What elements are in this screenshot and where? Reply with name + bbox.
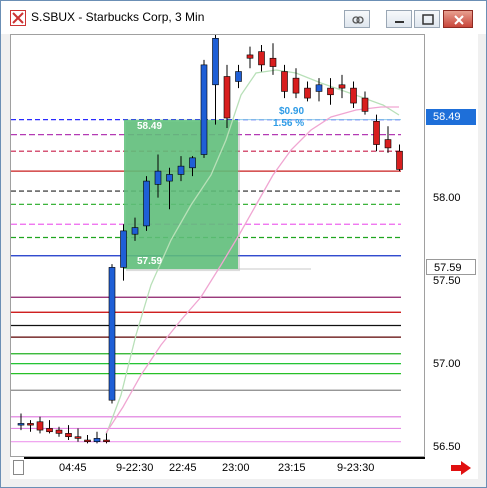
measure-top-price: 58.49 (137, 120, 163, 132)
maximize-button[interactable] (414, 10, 440, 28)
minimize-icon (395, 21, 404, 23)
candle-body (120, 230, 127, 268)
measure-change-percent: 1.56 % (273, 117, 305, 129)
chart-window: S.SBUX - Starbucks Corp, 3 Min 58.49 57.… (0, 0, 487, 488)
candle-body (74, 436, 82, 439)
price-chart[interactable]: 58.49 57.59 $0.90 1.56 % (10, 34, 425, 457)
minimize-button[interactable] (386, 10, 412, 28)
chart-plot[interactable] (11, 35, 425, 457)
candle-body (166, 174, 173, 182)
candle-body (46, 428, 53, 433)
candle-body (55, 429, 63, 434)
candle-body (327, 87, 334, 96)
candle-body (93, 438, 101, 443)
price-axis[interactable]: 58.00 57.50 57.00 56.50 58.49 57.59 (425, 34, 478, 457)
candle-body (212, 38, 219, 86)
y-tick-label: 56.50 (433, 441, 461, 453)
y-tick-label: 57.00 (433, 358, 461, 370)
window-title: S.SBUX - Starbucks Corp, 3 Min (31, 10, 205, 24)
measure-box (124, 119, 238, 270)
candle-body (258, 51, 265, 66)
measure-bottom-price: 57.59 (137, 256, 163, 268)
title-bar[interactable]: S.SBUX - Starbucks Corp, 3 Min (1, 1, 486, 34)
candle-body (269, 57, 277, 67)
x-tick-label: 9-23:30 (337, 462, 375, 474)
candle-body (361, 97, 369, 112)
candle-body (281, 71, 288, 92)
candle-body (143, 180, 150, 227)
candle-body (200, 64, 208, 155)
candle-body (17, 423, 25, 426)
time-axis[interactable]: 04:45 9-22:30 22:45 23:00 23:15 9-23:30 (10, 457, 478, 479)
y-tick-label: 57.50 (433, 275, 461, 287)
x-tick-label: 23:15 (278, 462, 306, 474)
candle-body (84, 439, 91, 443)
maximize-icon (422, 14, 434, 25)
x-tick-label: 9-22:30 (116, 462, 154, 474)
candle-body (189, 157, 196, 169)
link-icon (352, 16, 364, 24)
close-button[interactable] (443, 10, 473, 28)
candle-body (338, 84, 346, 89)
x-tick-label: 22:45 (169, 462, 197, 474)
candle-body (384, 139, 392, 149)
candle-body (177, 165, 185, 175)
app-icon (10, 10, 26, 26)
candle-body (36, 421, 44, 431)
candle-body (131, 227, 139, 235)
x-tick-label: 04:45 (59, 462, 87, 474)
link-button[interactable] (344, 10, 370, 28)
close-icon (454, 15, 464, 25)
candle-body (154, 170, 162, 185)
candle-body (396, 150, 403, 170)
candle-body (292, 77, 300, 94)
y-tick-label: 58.00 (433, 192, 461, 204)
measure-change: $0.90 (279, 105, 305, 117)
time-axis-ticks (24, 457, 425, 459)
candle-body (223, 76, 231, 119)
scroll-to-latest-arrow-icon[interactable] (450, 460, 472, 476)
candle-body (246, 54, 254, 59)
candle-body (304, 87, 311, 99)
time-scroll-box[interactable] (13, 460, 24, 475)
candle-body (103, 439, 110, 443)
candle-body (235, 71, 242, 82)
x-tick-label: 23:00 (222, 462, 250, 474)
candle-body (350, 87, 357, 104)
last-price-tag: 58.49 (426, 109, 476, 125)
candle-body (27, 423, 34, 426)
reference-price-tag: 57.59 (426, 259, 476, 275)
candle-body (315, 84, 323, 92)
candle-body (65, 433, 72, 438)
candle-body (373, 121, 380, 145)
candle-body (108, 267, 116, 401)
